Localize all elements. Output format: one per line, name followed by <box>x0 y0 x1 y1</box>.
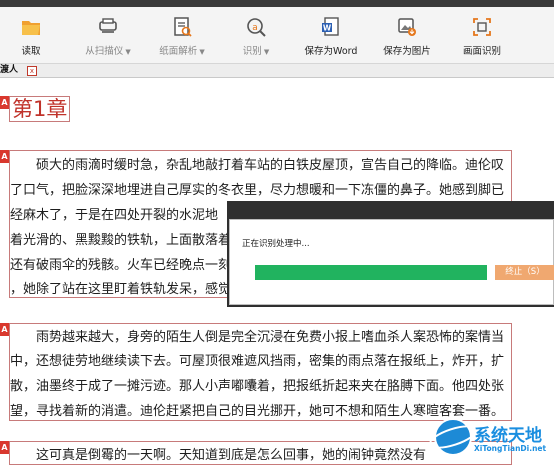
text-line: 望，寻找着新的消遣。迪伦赶紧把自己的目光挪开，她可不想和陌生人寒暄客套一番。 <box>10 404 505 419</box>
text-line: 经麻木了，于是在四处开裂的水泥地 <box>10 208 219 223</box>
chapter-title: 第1章 <box>9 96 71 122</box>
chevron-down-icon: ▼ <box>199 48 205 56</box>
recognize-icon: a <box>247 18 266 37</box>
read-button[interactable]: 读取 <box>12 7 50 63</box>
word-file-icon: W <box>322 17 339 36</box>
image-save-icon <box>398 18 416 36</box>
toolbar: 读取 从扫描仪 ▼ 纸面解析 ▼ a 识别 ▼ W 保存为Word 保存为图片 … <box>0 7 554 64</box>
text-line: 雨势越来越大，身旁的陌生人倒是完全沉浸在免费小报上嗜血杀人案恐怖的案情当 <box>36 330 505 345</box>
text-block-badge: A <box>0 323 9 336</box>
recognize-label: 识别 <box>242 46 262 57</box>
document-parse-icon <box>174 17 192 37</box>
text-line: 这可真是倒霉的一天啊。天知道到底是怎么回事，她的闹钟竟然没有 <box>36 448 427 463</box>
progress-fill <box>255 265 487 280</box>
stop-button[interactable]: 终止（S） <box>495 265 554 280</box>
text-line: ，她除了站在这里盯着铁轨发呆，感觉 <box>10 282 232 297</box>
close-icon[interactable]: x <box>27 66 37 76</box>
watermark-site-text: XiTongTianDi.net <box>474 444 547 453</box>
dialog-message: 正在识别处理中... <box>242 239 310 249</box>
tab-title: 渡人 <box>0 65 19 75</box>
from-scanner-button[interactable]: 从扫描仪 ▼ <box>80 7 136 63</box>
tab-document[interactable]: 渡人 <box>0 64 22 77</box>
text-block-badge: A <box>0 96 9 109</box>
save-as-image-label: 保存为图片 <box>383 46 431 57</box>
recognize-button[interactable]: a 识别 ▼ <box>237 7 275 63</box>
text-line: 了口气，把脸深深地埋进自己厚实的冬衣里，尽力想暖和一下冻僵的鼻子。她感到脚已 <box>10 183 505 198</box>
text-line: 中，还想徒劳地继续读下去。可屋顶很难遮风挡雨，密集的雨点落在报纸上，炸开，扩 <box>10 354 505 369</box>
text-line: 还有破雨伞的残骸。火车已经晚点一刻 <box>10 258 232 273</box>
screen-capture-icon <box>473 18 491 36</box>
text-block: 雨势越来越大，身旁的陌生人倒是完全沉浸在免费小报上嗜血杀人案恐怖的案情当 中，还… <box>9 323 512 421</box>
read-label: 读取 <box>21 46 41 57</box>
folder-open-icon <box>22 21 40 35</box>
watermark-logo-text: 系统天地 <box>474 426 542 446</box>
text-block-badge: A <box>0 441 9 454</box>
text-block-badge: A <box>0 150 9 163</box>
from-scanner-label: 从扫描仪 <box>85 46 124 57</box>
svg-text:W: W <box>323 24 332 33</box>
chevron-down-icon: ▼ <box>125 48 131 56</box>
text-line: 着光滑的、黑黢黢的铁轨，上面散落着 <box>10 233 232 248</box>
save-as-word-label: 保存为Word <box>304 46 358 57</box>
chevron-down-icon: ▼ <box>263 48 270 56</box>
svg-text:a: a <box>252 23 258 33</box>
paper-parse-label: 纸面解析 <box>159 46 198 57</box>
screen-recognize-label: 画面识别 <box>462 46 501 57</box>
save-as-image-button[interactable]: 保存为图片 <box>378 7 436 63</box>
scanner-icon <box>99 18 117 33</box>
paper-parse-button[interactable]: 纸面解析 ▼ <box>153 7 211 63</box>
save-as-word-button[interactable]: W 保存为Word <box>301 7 361 63</box>
text-line: 硕大的雨滴时缓时急，杂乱地敲打着车站的白铁皮屋顶，宣告自己的降临。迪伦叹 <box>36 158 505 173</box>
recognition-progress-dialog: 正在识别处理中... 终止（S） <box>229 219 554 305</box>
text-line: 散，油墨终于成了一摊污迹。那人小声嘟囔着，把报纸折起来夹在胳膊下面。他四处张 <box>10 379 505 394</box>
window-top-strip <box>0 0 554 7</box>
screen-recognize-button[interactable]: 画面识别 <box>458 7 506 63</box>
progress-bar <box>255 265 487 280</box>
tab-bar: 渡人 x <box>0 64 554 78</box>
